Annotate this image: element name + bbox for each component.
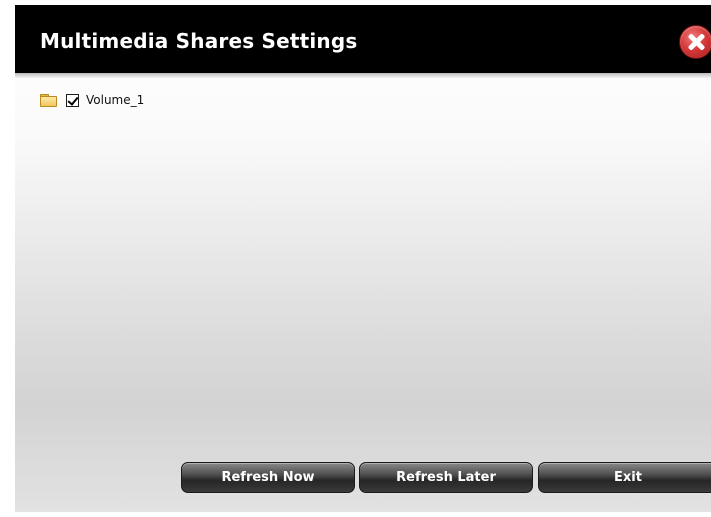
- dialog-titlebar: Multimedia Shares Settings: [15, 5, 711, 73]
- share-tree: Volume_1: [40, 93, 144, 107]
- dialog-title: Multimedia Shares Settings: [40, 29, 358, 53]
- refresh-now-button[interactable]: Refresh Now: [181, 462, 355, 493]
- titlebar-divider: [15, 73, 711, 78]
- exit-button[interactable]: Exit: [538, 462, 711, 493]
- refresh-later-button[interactable]: Refresh Later: [359, 462, 533, 493]
- multimedia-shares-dialog: Multimedia Shares Settings Volume_1 Refr…: [15, 5, 711, 512]
- tree-item-label: Volume_1: [86, 93, 145, 107]
- close-icon[interactable]: [679, 25, 711, 59]
- folder-icon: [40, 93, 57, 107]
- volume-1-checkbox[interactable]: [66, 93, 79, 107]
